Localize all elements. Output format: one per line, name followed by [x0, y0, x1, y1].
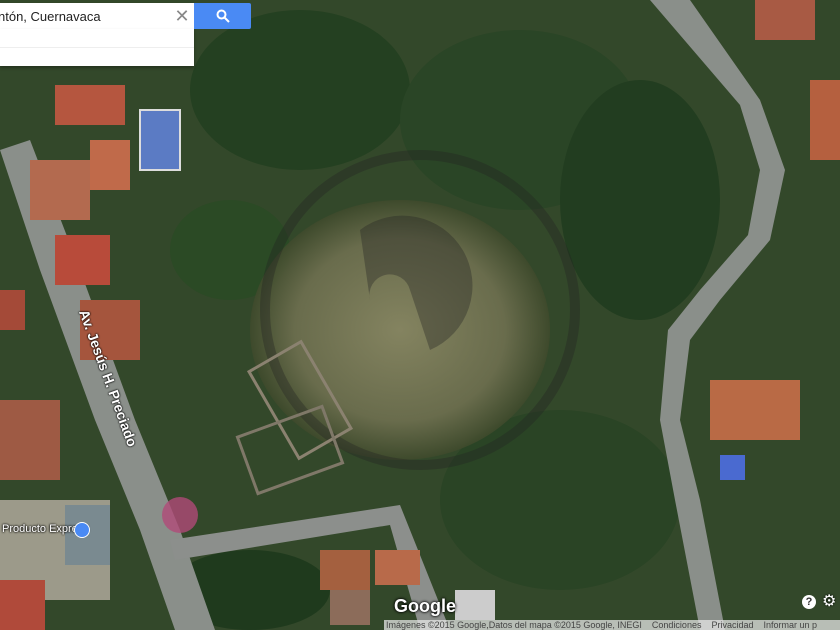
search-button[interactable]	[194, 3, 251, 29]
google-logo: Google	[394, 596, 456, 616]
gear-icon[interactable]: ⚙	[822, 594, 838, 610]
report-link[interactable]: Informar un p	[763, 620, 817, 630]
satellite-map[interactable]	[0, 0, 840, 630]
help-icon[interactable]: ?	[802, 595, 816, 609]
privacy-link[interactable]: Privacidad	[711, 620, 753, 630]
close-icon[interactable]: ✕	[170, 3, 194, 29]
imagery-attribution: Imágenes ©2015 Google,Datos del mapa ©20…	[386, 620, 642, 630]
attribution-bar: Imágenes ©2015 Google,Datos del mapa ©20…	[384, 620, 840, 630]
search-box[interactable]: ntón, Cuernavaca ✕	[0, 3, 194, 29]
shopping-icon[interactable]	[74, 522, 90, 538]
divider	[0, 47, 194, 48]
search-input[interactable]: ntón, Cuernavaca	[0, 9, 170, 24]
search-suggestions-panel[interactable]	[0, 29, 194, 66]
terms-link[interactable]: Condiciones	[652, 620, 702, 630]
search-icon	[216, 9, 230, 23]
